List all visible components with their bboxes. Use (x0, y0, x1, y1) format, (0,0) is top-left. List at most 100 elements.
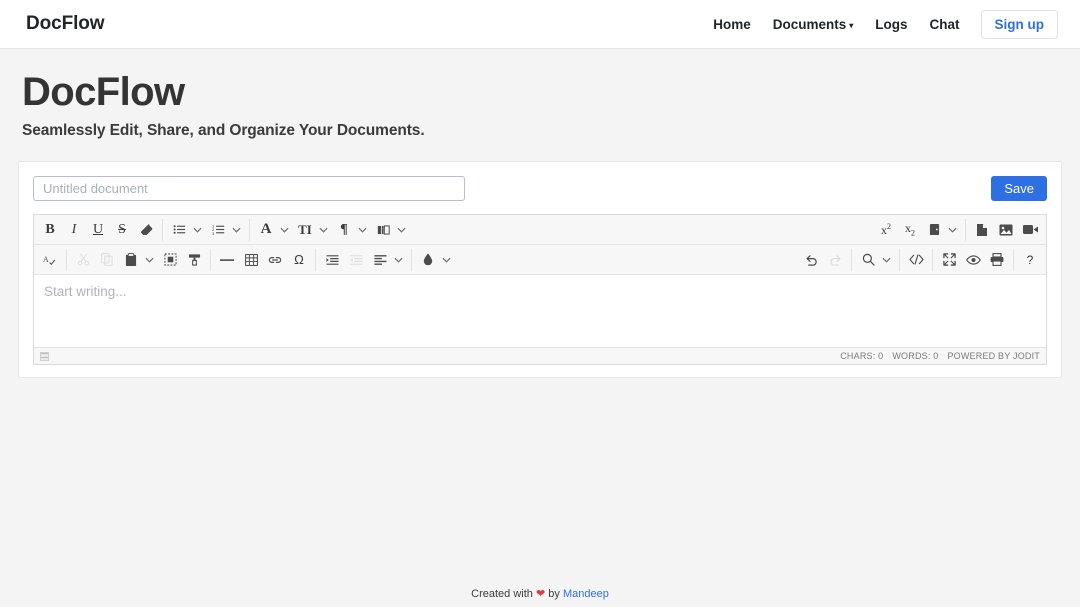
toolbar-group-clipboard (71, 245, 206, 274)
find-icon[interactable] (857, 249, 879, 271)
insert-file-icon[interactable] (971, 219, 993, 241)
copy-format-icon[interactable] (923, 219, 945, 241)
horizontal-rule-icon[interactable] (216, 249, 238, 271)
eraser-icon[interactable] (135, 219, 157, 241)
unordered-list-chevron-down-icon[interactable] (191, 219, 204, 241)
font-family-icon[interactable]: A (255, 219, 277, 241)
toolbar-group-color (416, 245, 455, 274)
toolbar-group-find (856, 245, 895, 274)
svg-text:A: A (43, 255, 49, 264)
toolbar-separator (965, 218, 966, 241)
spellcheck-icon[interactable]: A (39, 249, 61, 271)
italic-icon[interactable]: I (63, 219, 85, 241)
nav-item-home[interactable]: Home (702, 11, 762, 38)
underline-icon[interactable]: U (87, 219, 109, 241)
font-family-chevron-down-icon[interactable] (278, 219, 291, 241)
font-size-chevron-down-icon[interactable] (317, 219, 330, 241)
subscript-icon[interactable]: x2 (899, 219, 921, 241)
paragraph-chevron-down-icon[interactable] (356, 219, 369, 241)
svg-text:3: 3 (212, 231, 215, 236)
document-title-input[interactable] (33, 176, 465, 202)
hero-section: DocFlow Seamlessly Edit, Share, and Orga… (0, 49, 1080, 140)
editor-content-area[interactable]: Start writing... (34, 275, 1046, 348)
strikethrough-icon[interactable]: S (111, 219, 133, 241)
copy-format-chevron-down-icon[interactable] (946, 219, 959, 241)
editor-toolbar-row-2: A Ω ? (34, 245, 1046, 276)
source-code-icon[interactable] (905, 249, 927, 271)
nav-item-logs[interactable]: Logs (864, 11, 918, 38)
class-span-icon[interactable] (372, 219, 394, 241)
editor-toolbar-row-1: B I U S 123 A TI ¶ x2 x2 (34, 215, 1046, 246)
paste-chevron-down-icon[interactable] (143, 249, 156, 271)
jodit-editor: B I U S 123 A TI ¶ x2 x2 A Ω ? Start wri… (33, 214, 1047, 366)
table-icon[interactable] (240, 249, 262, 271)
toolbar-group-help: ? (1018, 245, 1042, 274)
bold-icon[interactable]: B (39, 219, 61, 241)
select-all-icon[interactable] (159, 249, 181, 271)
brand-logo[interactable]: DocFlow (26, 13, 105, 35)
brush-color-icon[interactable] (417, 249, 439, 271)
heart-icon: ❤ (535, 588, 546, 600)
font-size-icon[interactable]: TI (294, 219, 316, 241)
unordered-list-icon[interactable] (168, 219, 190, 241)
link-icon[interactable] (264, 249, 286, 271)
outdent-icon (345, 249, 367, 271)
nav-item-home-label: Home (713, 16, 751, 32)
toolbar-separator (851, 248, 852, 271)
brush-color-chevron-down-icon[interactable] (440, 249, 453, 271)
editor-card-header: Save (33, 176, 1047, 202)
paragraph-icon[interactable]: ¶ (333, 219, 355, 241)
toolbar-group-indent-align (320, 245, 407, 274)
signup-button[interactable]: Sign up (980, 9, 1058, 39)
author-link[interactable]: Mandeep (563, 588, 609, 600)
page-footer: Created with ❤ by Mandeep (0, 587, 1080, 600)
word-count: WORDS: 0 (892, 351, 939, 362)
toolbar-separator (210, 248, 211, 271)
footer-middle: by (548, 588, 560, 600)
format-brush-icon[interactable] (183, 249, 205, 271)
top-navbar: DocFlow Home Documents ▾ Logs Chat Sign u… (0, 0, 1080, 49)
resize-grip-icon[interactable] (40, 351, 49, 361)
nav-item-documents[interactable]: Documents ▾ (762, 11, 865, 38)
align-icon[interactable] (369, 249, 391, 271)
fullscreen-icon[interactable] (938, 249, 960, 271)
footer-prefix: Created with (471, 588, 533, 600)
ordered-list-chevron-down-icon[interactable] (230, 219, 243, 241)
nav-item-logs-label: Logs (875, 16, 908, 32)
insert-video-icon[interactable] (1019, 219, 1041, 241)
find-chevron-down-icon[interactable] (880, 249, 893, 271)
toolbar-group-insert: Ω (215, 245, 311, 274)
char-count: CHARS: 0 (840, 351, 884, 362)
toolbar-group-spellcheck: A (38, 245, 62, 274)
align-chevron-down-icon[interactable] (392, 249, 405, 271)
toolbar-group-text-style: B I U S (38, 215, 158, 244)
print-icon[interactable] (986, 249, 1008, 271)
paste-icon[interactable] (120, 249, 142, 271)
class-span-chevron-down-icon[interactable] (395, 219, 408, 241)
caret-down-icon: ▾ (849, 20, 854, 30)
save-button[interactable]: Save (991, 176, 1047, 202)
toolbar-separator (249, 218, 250, 241)
symbol-icon[interactable]: Ω (288, 249, 310, 271)
toolbar-separator (1013, 248, 1014, 271)
editor-card: Save B I U S (18, 161, 1062, 379)
toolbar-group-lists: 123 (167, 215, 245, 244)
nav-item-chat[interactable]: Chat (919, 11, 971, 38)
nav-item-documents-label: Documents (772, 16, 847, 32)
page-subtitle: Seamlessly Edit, Share, and Organize You… (22, 122, 425, 140)
cut-icon (72, 249, 94, 271)
toolbar-separator (411, 248, 412, 271)
insert-image-icon[interactable] (995, 219, 1017, 241)
toolbar-group-script: x2 x2 (874, 215, 961, 244)
toolbar-separator (932, 248, 933, 271)
help-icon[interactable]: ? (1019, 249, 1041, 271)
toolbar-separator (899, 248, 900, 271)
redo-icon (824, 249, 846, 271)
undo-icon[interactable] (800, 249, 822, 271)
preview-icon[interactable] (962, 249, 984, 271)
indent-icon[interactable] (321, 249, 343, 271)
copy-icon (96, 249, 118, 271)
ordered-list-icon[interactable]: 123 (207, 219, 229, 241)
toolbar-group-fonts: A TI ¶ (254, 215, 410, 244)
superscript-icon[interactable]: x2 (875, 219, 897, 241)
